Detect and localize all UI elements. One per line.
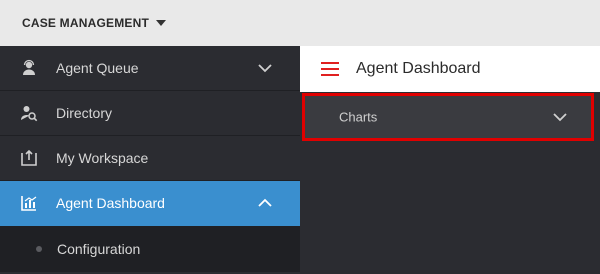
sidebar-subitem-label: Configuration xyxy=(57,241,141,257)
sidebar-item-label: My Workspace xyxy=(56,150,149,166)
sidebar-item-agent-dashboard[interactable]: Agent Dashboard xyxy=(0,181,300,226)
sidebar: Agent Queue Directory My Workspace Agent… xyxy=(0,46,300,274)
main-panel: Agent Dashboard Charts xyxy=(300,46,600,274)
chevron-up-icon[interactable] xyxy=(258,198,272,208)
workspace-icon xyxy=(21,149,37,166)
sidebar-item-directory[interactable]: Directory xyxy=(0,91,300,136)
hamburger-menu-icon[interactable] xyxy=(321,62,339,76)
chevron-down-icon[interactable] xyxy=(553,112,567,122)
sidebar-item-label: Agent Dashboard xyxy=(56,195,165,211)
sidebar-item-agent-queue[interactable]: Agent Queue xyxy=(0,46,300,91)
chevron-down-icon[interactable] xyxy=(258,63,272,73)
main-header: Agent Dashboard xyxy=(300,46,600,92)
agent-queue-icon xyxy=(23,59,35,75)
charts-label: Charts xyxy=(339,109,378,125)
dashboard-chart-icon xyxy=(21,196,37,211)
app-switcher[interactable]: CASE MANAGEMENT xyxy=(22,16,167,30)
top-bar: CASE MANAGEMENT xyxy=(0,0,600,46)
bullet-icon xyxy=(36,246,42,252)
page-title: Agent Dashboard xyxy=(356,60,481,77)
caret-down-icon xyxy=(156,20,167,26)
sidebar-subitem-configuration[interactable]: Configuration xyxy=(0,226,300,272)
charts-dropdown[interactable]: Charts xyxy=(302,93,594,141)
app-title: CASE MANAGEMENT xyxy=(22,16,150,30)
sidebar-item-label: Directory xyxy=(56,105,113,121)
directory-icon xyxy=(21,106,38,122)
sidebar-item-my-workspace[interactable]: My Workspace xyxy=(0,136,300,181)
sidebar-item-label: Agent Queue xyxy=(56,60,139,76)
